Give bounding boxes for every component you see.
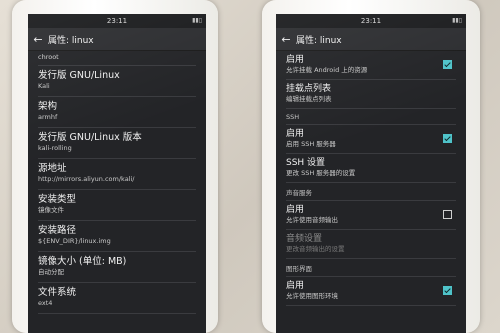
list-item-summary: 更改音频输出的设置 (286, 245, 345, 253)
list-item-value: 镜像文件 (38, 206, 64, 214)
list-item-value: ext4 (38, 299, 53, 307)
list-item-install-type[interactable]: 安装类型 镜像文件 (38, 190, 196, 221)
section-header-audio: 声音服务 (286, 183, 456, 201)
list-item-value: ${ENV_DIR}/linux.img (38, 237, 111, 245)
list-item-version[interactable]: 发行版 GNU/Linux 版本 kali-rolling (38, 128, 196, 159)
list-item-gui-enable[interactable]: 启用 允许使用图形环境 (286, 277, 456, 306)
list-item-install-path[interactable]: 安装路径 ${ENV_DIR}/linux.img (38, 221, 196, 252)
list-item-summary: 启用 SSH 服务器 (286, 140, 336, 148)
mount-enable-checkbox[interactable] (443, 60, 452, 69)
list-item-value: http://mirrors.aliyun.com/kali/ (38, 175, 135, 183)
list-item-title: 架构 (38, 101, 58, 112)
list-item-value: armhf (38, 113, 58, 121)
back-arrow-icon[interactable]: ← (28, 33, 48, 46)
back-arrow-icon[interactable]: ← (276, 33, 296, 46)
list-item-title: 挂载点列表 (286, 84, 332, 94)
list-item-partial[interactable]: chroot (38, 51, 196, 66)
list-item-ssh-settings[interactable]: SSH 设置 更改 SSH 服务器的设置 (286, 154, 456, 183)
list-item-mount-enable[interactable]: 启用 允许挂载 Android 上的资源 (286, 51, 456, 80)
list-item-source[interactable]: 源地址 http://mirrors.aliyun.com/kali/ (38, 159, 196, 190)
gui-enable-checkbox[interactable] (443, 286, 452, 295)
status-bar: 23:11 ▮▮▯ (28, 14, 206, 28)
list-item-value: kali-rolling (38, 144, 72, 152)
list-item-title: 发行版 GNU/Linux 版本 (38, 132, 142, 143)
status-bar: 23:11 ▮▮▯ (276, 14, 466, 28)
list-item-value: Kali (38, 82, 50, 90)
status-time: 23:11 (106, 17, 128, 25)
left-phone: 23:11 ▮▮▯ ← 属性: linux chroot 发行版 GNU/Lin… (12, 0, 218, 333)
list-item-title: SSH 设置 (286, 158, 326, 168)
list-item-title: 镜像大小 (单位: MB) (38, 256, 127, 267)
list-item-summary: 允许使用音频输出 (286, 216, 338, 224)
app-bar: ← 属性: linux (276, 28, 466, 51)
list-item-distribution[interactable]: 发行版 GNU/Linux Kali (38, 66, 196, 97)
section-header-ssh: SSH (286, 109, 456, 125)
list-item-title: 启用 (286, 55, 305, 65)
list-item-value: 自动分配 (38, 268, 64, 276)
audio-enable-checkbox[interactable] (443, 210, 452, 219)
list-item-summary: 编辑挂载点列表 (286, 95, 332, 103)
right-phone: 23:11 ▮▮▯ ← 属性: linux 启用 允许挂载 Android 上的… (262, 0, 480, 333)
ssh-enable-checkbox[interactable] (443, 134, 452, 143)
list-item-summary: 更改 SSH 服务器的设置 (286, 169, 356, 177)
page-title: 属性: linux (296, 35, 342, 46)
list-item-value: chroot (38, 53, 59, 61)
list-item-title: 文件系统 (38, 287, 77, 298)
list-item-ssh-enable[interactable]: 启用 启用 SSH 服务器 (286, 125, 456, 154)
left-screen: 23:11 ▮▮▯ ← 属性: linux chroot 发行版 GNU/Lin… (28, 14, 206, 333)
properties-list: 启用 允许挂载 Android 上的资源 挂载点列表 编辑挂载点列表 SSH 启… (276, 51, 466, 306)
list-item-title: 启用 (286, 281, 305, 291)
list-item-title: 启用 (286, 129, 305, 139)
list-item-architecture[interactable]: 架构 armhf (38, 97, 196, 128)
list-item-audio-settings[interactable]: 音频设置 更改音频输出的设置 (286, 230, 456, 259)
list-item-title: 源地址 (38, 163, 67, 174)
list-item-title: 安装路径 (38, 225, 77, 236)
page-title: 属性: linux (48, 35, 94, 46)
list-item-title: 发行版 GNU/Linux (38, 70, 120, 81)
section-header-gui: 图形界面 (286, 259, 456, 277)
status-time: 23:11 (360, 17, 382, 25)
battery-icon: ▮▮▯ (192, 17, 202, 24)
list-item-summary: 允许使用图形环境 (286, 292, 338, 300)
list-item-summary: 允许挂载 Android 上的资源 (286, 66, 368, 74)
list-item-mount-points[interactable]: 挂载点列表 编辑挂载点列表 (286, 80, 456, 109)
list-item-audio-enable[interactable]: 启用 允许使用音频输出 (286, 201, 456, 230)
list-item-title: 音频设置 (286, 234, 323, 244)
list-item-title: 安装类型 (38, 194, 77, 205)
list-item-image-size[interactable]: 镜像大小 (单位: MB) 自动分配 (38, 252, 196, 283)
properties-list: chroot 发行版 GNU/Linux Kali 架构 armhf 发行版 G… (28, 51, 206, 314)
app-bar: ← 属性: linux (28, 28, 206, 51)
right-screen: 23:11 ▮▮▯ ← 属性: linux 启用 允许挂载 Android 上的… (276, 14, 466, 333)
list-item-filesystem[interactable]: 文件系统 ext4 (38, 283, 196, 314)
list-item-title: 启用 (286, 205, 305, 215)
battery-icon: ▮▮▯ (452, 17, 462, 24)
